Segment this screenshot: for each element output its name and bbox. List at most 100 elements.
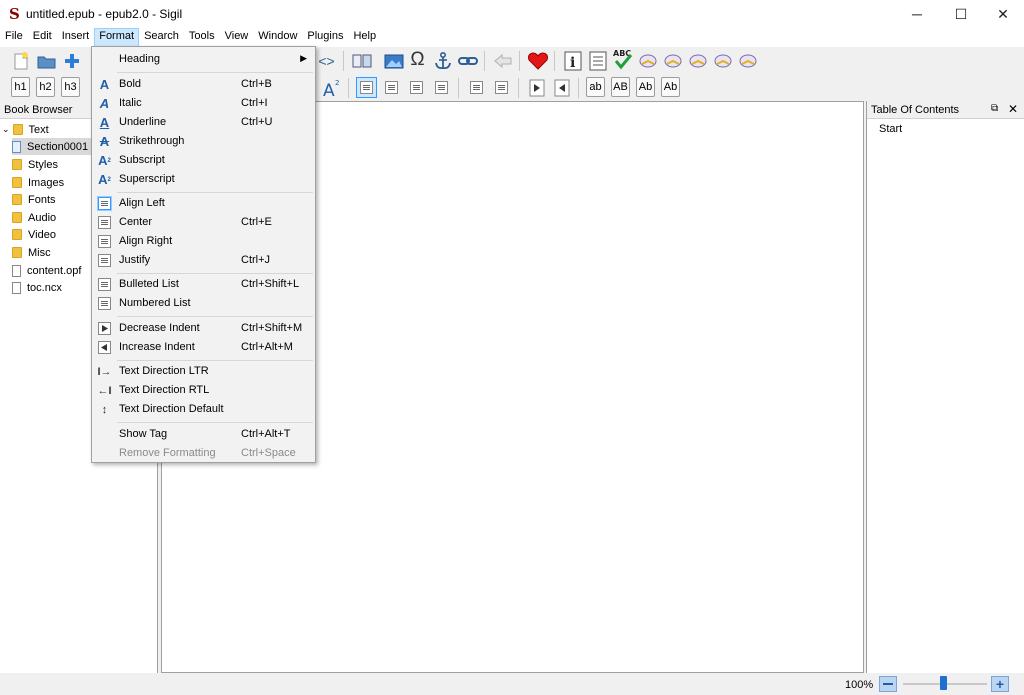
- menu-item-bulleted-list[interactable]: Bulleted List Ctrl+Shift+L: [93, 275, 315, 294]
- plugin-2-icon[interactable]: [662, 50, 683, 71]
- menu-view[interactable]: View: [220, 28, 254, 47]
- toolbar-separator: [484, 51, 485, 71]
- tree-folder-images[interactable]: Images: [12, 174, 64, 191]
- menu-item-text-direction-rtl[interactable]: ←I Text Direction RTL: [93, 381, 315, 400]
- decrease-indent-icon[interactable]: [526, 77, 547, 98]
- submenu-arrow-icon: ▶: [300, 53, 307, 63]
- menu-item-text-direction-default[interactable]: ↕ Text Direction Default: [93, 400, 315, 419]
- underline-icon: A: [99, 115, 110, 130]
- tree-folder-styles[interactable]: Styles: [12, 156, 58, 173]
- menu-item-subscript[interactable]: A2 Subscript: [93, 151, 315, 170]
- toolbar-separator: [554, 51, 555, 71]
- menu-item-increase-indent[interactable]: Increase Indent Ctrl+Alt+M: [93, 338, 315, 357]
- plugin-1-icon[interactable]: [637, 50, 658, 71]
- increase-indent-icon[interactable]: [551, 77, 572, 98]
- folder-icon: [12, 212, 22, 223]
- tree-folder-audio[interactable]: Audio: [12, 209, 56, 226]
- decrease-indent-icon: [96, 320, 113, 337]
- toc-item-start[interactable]: Start: [879, 123, 902, 135]
- minimize-button[interactable]: ─: [894, 0, 940, 28]
- heading-3-button[interactable]: h3: [61, 77, 80, 97]
- folder-icon: [12, 229, 22, 240]
- menu-separator: [117, 360, 313, 361]
- menu-item-underline[interactable]: A Underline Ctrl+U: [93, 113, 315, 132]
- bulleted-list-icon[interactable]: [466, 77, 487, 98]
- code-view-icon[interactable]: <>: [316, 50, 337, 71]
- text-direction-default-icon: ↕: [101, 403, 108, 416]
- tree-folder-misc[interactable]: Misc: [12, 244, 51, 261]
- anchor-icon[interactable]: [432, 50, 453, 71]
- align-center-icon[interactable]: [381, 77, 402, 98]
- table-of-contents-icon[interactable]: [587, 50, 608, 71]
- capitalize-button[interactable]: Ab: [661, 77, 680, 97]
- toolbar-separator: [343, 51, 344, 71]
- maximize-button[interactable]: ☐: [938, 0, 984, 28]
- link-icon[interactable]: [457, 50, 478, 71]
- tree-folder-text[interactable]: ⌄ Text: [2, 121, 49, 138]
- spellcheck-icon[interactable]: ABC: [612, 48, 633, 69]
- align-left-icon: [96, 195, 113, 212]
- file-icon: [12, 264, 21, 277]
- menu-item-italic[interactable]: A Italic Ctrl+I: [93, 94, 315, 113]
- menu-item-strikethrough[interactable]: A Strikethrough: [93, 132, 315, 151]
- heading-2-button[interactable]: h2: [36, 77, 55, 97]
- new-file-icon[interactable]: [10, 50, 31, 71]
- plugin-4-icon[interactable]: [712, 50, 733, 71]
- menu-search[interactable]: Search: [139, 28, 184, 47]
- menu-item-numbered-list[interactable]: Numbered List: [93, 294, 315, 313]
- file-icon: [12, 281, 21, 294]
- menu-item-show-tag[interactable]: Show Tag Ctrl+Alt+T: [93, 425, 315, 444]
- close-button[interactable]: ✕: [980, 0, 1024, 28]
- heading-1-button[interactable]: h1: [11, 77, 30, 97]
- menu-item-text-direction-ltr[interactable]: I→ Text Direction LTR: [93, 362, 315, 381]
- titlecase-button[interactable]: Ab: [636, 77, 655, 97]
- numbered-list-icon[interactable]: [491, 77, 512, 98]
- zoom-in-button[interactable]: +: [991, 676, 1009, 692]
- superscript-icon[interactable]: A2: [320, 77, 341, 98]
- uppercase-button[interactable]: AB: [611, 77, 630, 97]
- menu-item-decrease-indent[interactable]: Decrease Indent Ctrl+Shift+M: [93, 319, 315, 338]
- zoom-out-button[interactable]: [879, 676, 897, 692]
- align-right-icon[interactable]: [406, 77, 427, 98]
- open-folder-icon[interactable]: [36, 50, 57, 71]
- menu-item-center[interactable]: Center Ctrl+E: [93, 213, 315, 232]
- menu-item-heading[interactable]: Heading ▶: [93, 50, 315, 69]
- float-panel-icon[interactable]: ⧉: [991, 103, 998, 114]
- menu-file[interactable]: File: [0, 28, 28, 47]
- plugin-3-icon[interactable]: [687, 50, 708, 71]
- svg-text:2: 2: [335, 79, 339, 87]
- menu-item-bold[interactable]: A Bold Ctrl+B: [93, 75, 315, 94]
- tree-folder-video[interactable]: Video: [12, 226, 56, 243]
- menu-separator: [117, 72, 313, 73]
- heart-icon[interactable]: [527, 50, 548, 71]
- zoom-slider-handle[interactable]: [940, 676, 947, 690]
- menu-item-align-right[interactable]: Align Right: [93, 232, 315, 251]
- plus-icon: +: [995, 676, 1005, 692]
- menu-insert[interactable]: Insert: [57, 28, 95, 47]
- back-arrow-icon[interactable]: [492, 50, 513, 71]
- menu-plugins[interactable]: Plugins: [302, 28, 348, 47]
- menu-help[interactable]: Help: [348, 28, 381, 47]
- insert-special-character-icon[interactable]: Ω: [407, 49, 428, 70]
- plugin-5-icon[interactable]: [737, 50, 758, 71]
- close-panel-icon[interactable]: ✕: [1008, 102, 1018, 116]
- add-icon[interactable]: [61, 50, 82, 71]
- lowercase-button[interactable]: ab: [586, 77, 605, 97]
- menu-edit[interactable]: Edit: [28, 28, 57, 47]
- format-menu-dropdown: Heading ▶ A Bold Ctrl+B A Italic Ctrl+I …: [91, 46, 316, 463]
- tree-file-content-opf[interactable]: content.opf: [12, 262, 81, 279]
- tree-folder-fonts[interactable]: Fonts: [12, 191, 56, 208]
- menu-item-align-left[interactable]: Align Left: [93, 194, 315, 213]
- menu-window[interactable]: Window: [253, 28, 302, 47]
- menu-item-superscript[interactable]: A2 Superscript: [93, 170, 315, 189]
- insert-image-icon[interactable]: [383, 50, 404, 71]
- chevron-down-icon[interactable]: ⌄: [2, 124, 10, 135]
- menu-format[interactable]: Format: [94, 28, 140, 47]
- menu-tools[interactable]: Tools: [184, 28, 220, 47]
- metadata-info-icon[interactable]: i: [562, 50, 583, 71]
- menu-item-justify[interactable]: Justify Ctrl+J: [93, 251, 315, 270]
- tree-file-toc-ncx[interactable]: toc.ncx: [12, 279, 62, 296]
- align-left-icon[interactable]: [356, 77, 377, 98]
- justify-icon[interactable]: [431, 77, 452, 98]
- split-view-icon[interactable]: [351, 50, 372, 71]
